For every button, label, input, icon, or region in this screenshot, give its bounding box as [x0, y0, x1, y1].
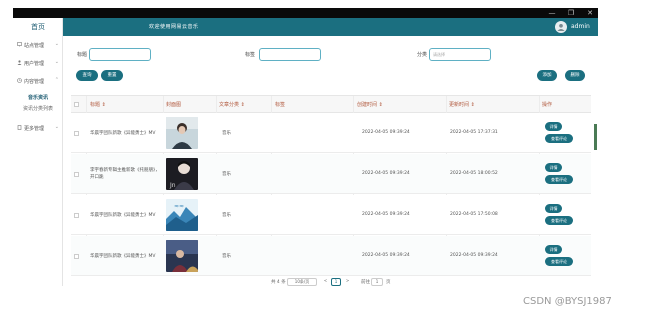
sidebar-item-users[interactable]: 用户管理 ⌄ — [13, 56, 63, 70]
user-avatar-icon — [557, 23, 565, 31]
cover-image: ≈≈ — [166, 199, 198, 231]
col-cover: 封面图 — [166, 102, 182, 108]
row-created: 2022-04-05 09:39:24 — [362, 212, 410, 217]
doc-icon — [17, 125, 22, 130]
close-button[interactable]: ✕ — [581, 8, 599, 18]
maximize-button[interactable]: ❐ — [562, 8, 580, 18]
detail-button[interactable]: 详情 — [545, 163, 562, 172]
pager-page-unit: 页 — [386, 280, 391, 285]
row-checkbox[interactable] — [74, 254, 79, 259]
row-title: 华晨宇团队新歌《异能勇士》MV — [90, 131, 156, 136]
watermark: CSDN @BYSJ1987 — [523, 296, 612, 307]
col-actions: 操作 — [542, 102, 553, 108]
detail-button[interactable]: 详情 — [545, 204, 562, 213]
username-label[interactable]: admin — [571, 23, 590, 30]
sidebar-subitem-news-category[interactable]: 资讯分类列表 — [13, 105, 63, 112]
sidebar-item-site[interactable]: 站点管理 ⌄ — [13, 38, 63, 52]
chevron-down-icon: ⌄ — [54, 124, 59, 130]
page-size-select[interactable]: 10条/页 — [287, 278, 317, 286]
select-all-checkbox[interactable] — [74, 102, 79, 107]
tags-input[interactable] — [259, 48, 321, 61]
row-category: 音乐 — [222, 172, 231, 177]
pager-total: 共 4 条 — [271, 280, 286, 285]
detail-button[interactable]: 详情 — [545, 122, 562, 131]
table-row: 华晨宇团队新歌《异能勇士》MV ≈≈ 音乐 2022-04-05 09:39:2… — [71, 195, 591, 235]
data-table: 标题 ⇕ 封面图 文章分类 ⇕ 标签 创建时间 ⇕ 更新时间 ⇕ 操作 华晨宇团… — [71, 95, 591, 276]
monitor-icon — [17, 42, 22, 47]
sidebar-item-content[interactable]: 内容管理 ⌃ — [13, 74, 63, 88]
sidebar-item-label: 站点管理 — [24, 43, 45, 49]
sidebar-item-label: 内容管理 — [24, 79, 45, 85]
top-header: 欢迎使用网易云音乐 admin — [63, 18, 598, 36]
sidebar: 首页 站点管理 ⌄ 用户管理 ⌄ 内容管理 ⌃ 音乐资讯 资讯分类列表 更多管理… — [13, 18, 63, 286]
pager-goto-input[interactable]: 1 — [371, 278, 383, 286]
table-row: 李宇春新专辑主推新歌《托朋朋》，开口跪 Jn 音乐 2022-04-05 09:… — [71, 154, 591, 194]
row-title: 李宇春新专辑主推新歌《托朋朋》，开口跪 — [90, 168, 160, 180]
title-label: 标题 — [77, 52, 88, 58]
col-created[interactable]: 创建时间 ⇕ — [357, 101, 383, 108]
sidebar-home-link[interactable]: 首页 — [13, 22, 63, 32]
sidebar-item-label: 用户管理 — [24, 61, 45, 67]
row-title: 华晨宇团队新歌《异能勇士》MV — [90, 254, 156, 259]
detail-button[interactable]: 详情 — [545, 245, 562, 254]
view-comments-button[interactable]: 查看评论 — [545, 216, 573, 225]
window-titlebar: — ❐ ✕ — [13, 8, 598, 18]
scrollbar-thumb[interactable] — [594, 124, 597, 150]
prev-page-button[interactable]: < — [322, 278, 329, 286]
clock-icon — [17, 78, 22, 83]
chevron-down-icon: ⌄ — [54, 41, 59, 47]
row-created: 2022-04-05 09:39:24 — [362, 130, 410, 135]
row-category: 音乐 — [222, 213, 231, 218]
table-header: 标题 ⇕ 封面图 文章分类 ⇕ 标签 创建时间 ⇕ 更新时间 ⇕ 操作 — [71, 96, 591, 113]
row-category: 音乐 — [222, 254, 231, 259]
pager-goto-label: 前往 — [361, 280, 370, 285]
cover-image — [166, 240, 198, 272]
sidebar-item-label: 更多管理 — [24, 126, 45, 132]
row-updated: 2022-04-05 09:39:24 — [450, 253, 498, 258]
row-updated: 2022-04-05 17:50:08 — [450, 212, 498, 217]
row-category: 音乐 — [222, 131, 231, 136]
row-updated: 2022-04-05 18:00:52 — [450, 171, 498, 176]
row-checkbox[interactable] — [74, 172, 79, 177]
tags-label: 标签 — [245, 52, 256, 58]
delete-button[interactable]: 删除 — [565, 70, 585, 81]
col-title[interactable]: 标题 ⇕ — [90, 101, 106, 108]
chevron-down-icon: ⌄ — [54, 59, 59, 65]
svg-text:≈≈: ≈≈ — [174, 203, 184, 210]
col-updated[interactable]: 更新时间 ⇕ — [449, 101, 475, 108]
col-category[interactable]: 文章分类 ⇕ — [219, 101, 245, 108]
sidebar-subitem-music-news[interactable]: 音乐资讯 — [13, 94, 63, 101]
row-checkbox[interactable] — [74, 131, 79, 136]
table-row: 华晨宇团队新歌《异能勇士》MV 音乐 2022-04-05 09:39:24 2… — [71, 236, 591, 276]
add-button[interactable]: 添加 — [537, 70, 557, 81]
row-checkbox[interactable] — [74, 213, 79, 218]
cover-image: Jn — [166, 158, 198, 190]
sidebar-item-more[interactable]: 更多管理 ⌄ — [13, 121, 63, 135]
view-comments-button[interactable]: 查看评论 — [545, 175, 573, 184]
main-content: 标题 标签 分类 请选择 查询 重置 添加 删除 标题 ⇕ 封面图 文章分类 ⇕… — [63, 36, 598, 286]
table-row: 华晨宇团队新歌《异能勇士》MV 音乐 2022-04-05 09:39:24 2… — [71, 113, 591, 153]
view-comments-button[interactable]: 查看评论 — [545, 134, 573, 143]
app-window: — ❐ ✕ 首页 站点管理 ⌄ 用户管理 ⌄ 内容管理 ⌃ 音乐资讯 资讯分类列… — [0, 0, 656, 318]
avatar[interactable] — [555, 21, 567, 33]
row-updated: 2022-04-05 17:37:31 — [450, 130, 498, 135]
col-tags: 标签 — [275, 102, 286, 108]
view-comments-button[interactable]: 查看评论 — [545, 257, 573, 266]
row-created: 2022-04-05 09:39:24 — [362, 171, 410, 176]
category-label: 分类 — [417, 52, 428, 58]
header-title: 欢迎使用网易云音乐 — [149, 24, 199, 30]
category-select[interactable]: 请选择 — [429, 48, 491, 61]
current-page[interactable]: 1 — [331, 278, 341, 286]
query-button[interactable]: 查询 — [76, 70, 98, 81]
cover-image — [166, 117, 198, 149]
row-title: 华晨宇团队新歌《异能勇士》MV — [90, 213, 156, 218]
user-icon — [17, 60, 22, 65]
minimize-button[interactable]: — — [543, 8, 561, 18]
reset-button[interactable]: 重置 — [101, 70, 123, 81]
title-input[interactable] — [89, 48, 151, 61]
row-created: 2022-04-05 09:39:24 — [362, 253, 410, 258]
svg-text:Jn: Jn — [169, 182, 176, 189]
chevron-up-icon: ⌃ — [54, 77, 59, 83]
next-page-button[interactable]: > — [344, 278, 351, 286]
